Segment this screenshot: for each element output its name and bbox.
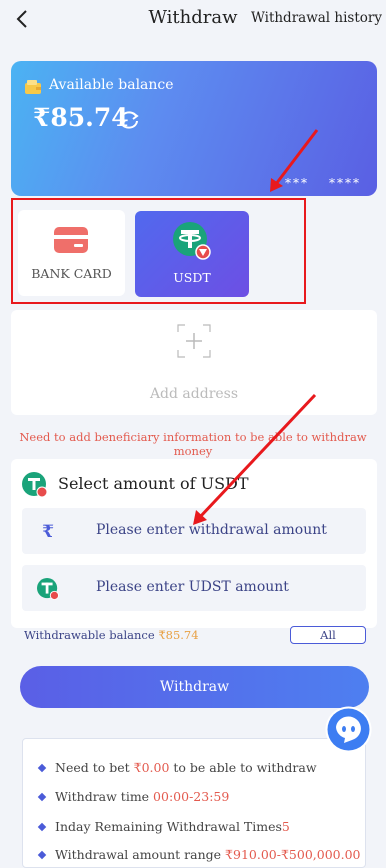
rupee-symbol: ₹ xyxy=(42,522,54,542)
diamond-bullet-icon xyxy=(37,822,47,832)
masked-number-right: **** xyxy=(329,176,361,190)
rule-text: Need to bet xyxy=(55,760,134,775)
diamond-bullet-icon xyxy=(37,763,47,773)
tether-icon xyxy=(173,222,211,260)
rupee-icon: ₹ xyxy=(37,521,59,543)
method-bank-card[interactable]: BANK CARD xyxy=(18,210,125,296)
tether-icon xyxy=(22,472,48,498)
usdt-amount-input[interactable]: Please enter UDST amount xyxy=(22,565,366,611)
balance-card: Available balance ₹85.74 *** **** xyxy=(11,61,377,196)
tether-icon xyxy=(37,578,59,600)
withdraw-rules: Need to bet ₹0.00 to be able to withdraw… xyxy=(22,738,366,868)
rule-item: Inday Remaining Withdrawal Times5 xyxy=(37,819,290,834)
rule-value: 5 xyxy=(281,819,290,834)
method-usdt[interactable]: USDT xyxy=(135,211,249,297)
rule-item: Need to bet ₹0.00 to be able to withdraw xyxy=(37,760,317,775)
method-usdt-label: USDT xyxy=(173,270,211,285)
rule-text: Withdraw time xyxy=(55,789,154,804)
rule-text: Inday Remaining Withdrawal Times xyxy=(55,819,282,834)
diamond-bullet-icon xyxy=(37,850,47,860)
withdrawal-amount-placeholder: Please enter withdrawal amount xyxy=(96,522,327,538)
bank-card-icon xyxy=(54,227,88,253)
add-address-box[interactable]: Add address xyxy=(11,310,377,415)
rule-value: 00:00-23:59 xyxy=(153,789,230,804)
usdt-amount-placeholder: Please enter UDST amount xyxy=(96,579,289,595)
diamond-bullet-icon xyxy=(37,792,47,802)
select-amount-title: Select amount of USDT xyxy=(58,474,249,493)
withdrawal-amount-input[interactable]: ₹ Please enter withdrawal amount xyxy=(22,508,366,554)
rule-value: ₹0.00 xyxy=(133,760,170,775)
plus-icon xyxy=(177,324,211,358)
rule-item: Withdraw time 00:00-23:59 xyxy=(37,789,230,804)
withdrawable-balance-label: Withdrawable balance xyxy=(24,628,159,642)
withdrawal-history-link[interactable]: Withdrawal history xyxy=(251,10,382,26)
all-button[interactable]: All xyxy=(290,626,366,644)
withdrawable-balance: Withdrawable balance ₹85.74 xyxy=(24,628,199,642)
masked-number-left: *** xyxy=(285,176,309,190)
method-bank-card-label: BANK CARD xyxy=(31,266,112,281)
beneficiary-warning: Need to add beneficiary information to b… xyxy=(19,430,367,458)
withdraw-button[interactable]: Withdraw xyxy=(20,666,369,708)
withdrawable-balance-value: ₹85.74 xyxy=(158,628,199,642)
refresh-icon[interactable] xyxy=(117,110,141,130)
chat-support-icon[interactable] xyxy=(324,705,373,754)
wallet-icon xyxy=(25,80,41,94)
add-address-label: Add address xyxy=(149,386,239,402)
rule-text: to be able to withdraw xyxy=(169,760,317,775)
balance-amount: ₹85.74 xyxy=(33,103,129,132)
balance-label: Available balance xyxy=(49,77,174,93)
